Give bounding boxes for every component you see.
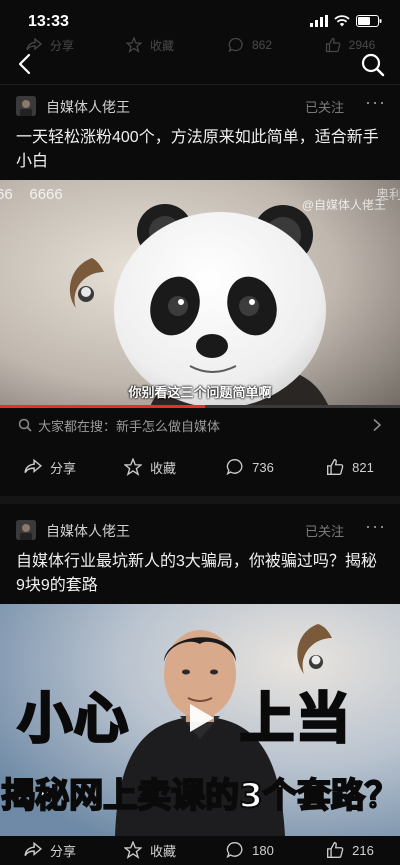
related-search-text: 大家都在搜：新手怎么做自媒体 xyxy=(38,418,221,434)
nav-bar xyxy=(0,48,400,82)
star-icon xyxy=(123,458,142,476)
video-corner-text: 奥利 xyxy=(375,187,400,202)
collect-button[interactable]: 收藏 xyxy=(100,444,200,490)
article-title[interactable]: 自媒体行业最坑新人的3大骗局，你被骗过吗？揭秘9块9的套路 xyxy=(0,550,400,598)
search-icon xyxy=(361,53,385,77)
signal-icon xyxy=(310,15,328,27)
video-thumbnail[interactable]: 小心 上当 揭秘网上卖课的3个套路？ xyxy=(0,604,400,836)
follow-status[interactable]: 已关注 xyxy=(305,521,344,540)
status-bar: 13:33 xyxy=(0,0,400,44)
article-title[interactable]: 一天轻松涨粉400个，方法原来如此简单，适合新手小白 xyxy=(0,126,400,174)
chevron-right-icon xyxy=(373,418,382,432)
divider xyxy=(0,84,400,85)
thumbs-up-icon xyxy=(327,459,344,475)
status-time: 13:33 xyxy=(28,13,69,30)
collect-button[interactable]: 收藏 xyxy=(100,830,200,865)
wifi-icon xyxy=(334,15,350,27)
comment-icon xyxy=(226,459,243,476)
back-icon xyxy=(18,53,31,75)
share-button[interactable]: 分享 xyxy=(0,830,100,865)
battery-icon xyxy=(356,15,382,27)
share-icon xyxy=(24,842,42,857)
more-icon[interactable]: ··· xyxy=(365,92,386,113)
comment-button[interactable]: 736 xyxy=(200,444,300,490)
warning-text-left: 小心 xyxy=(17,686,130,752)
card-actions: 分享 收藏 180 216 xyxy=(0,830,400,865)
comment-icon xyxy=(226,842,243,859)
star-icon xyxy=(123,841,142,859)
card-actions: 分享 收藏 736 821 xyxy=(0,444,400,490)
related-search[interactable]: 大家都在搜：新手怎么做自媒体 xyxy=(0,405,400,445)
video-thumbnail[interactable]: 66 6666 @自媒体人佬王 奥利 你别看这三个问题简单啊 xyxy=(0,180,400,408)
like-button[interactable]: 216 xyxy=(300,830,400,865)
search-button[interactable] xyxy=(360,52,388,80)
avatar[interactable] xyxy=(16,520,36,540)
video-overlay-text: 66 6666 xyxy=(0,186,63,203)
video-subtitle: 你别看这三个问题简单啊 xyxy=(128,385,272,400)
warning-text-right: 上当 xyxy=(239,686,352,752)
search-icon xyxy=(18,418,32,432)
like-button[interactable]: 821 xyxy=(300,444,400,490)
thumbs-up-icon xyxy=(327,842,344,858)
banner-text: 揭秘网上卖课的3个套路？ xyxy=(0,775,400,817)
share-icon xyxy=(24,459,42,474)
share-button[interactable]: 分享 xyxy=(0,444,100,490)
more-icon[interactable]: ··· xyxy=(365,516,386,537)
author-name[interactable]: 自媒体人佬王 xyxy=(46,521,130,541)
avatar[interactable] xyxy=(16,96,36,116)
video-watermark: @自媒体人佬王 xyxy=(301,198,386,212)
card-header: 自媒体人佬王 已关注 ··· xyxy=(0,86,400,126)
back-button[interactable] xyxy=(12,50,40,78)
status-icons xyxy=(310,15,382,27)
comment-button[interactable]: 180 xyxy=(200,830,300,865)
feed-card-2[interactable]: 自媒体人佬王 已关注 ··· 自媒体行业最坑新人的3大骗局，你被骗过吗？揭秘9块… xyxy=(0,510,400,598)
panda-scene xyxy=(0,180,400,408)
card-header: 自媒体人佬王 已关注 ··· xyxy=(0,510,400,550)
follow-status[interactable]: 已关注 xyxy=(305,97,344,116)
author-name[interactable]: 自媒体人佬王 xyxy=(46,97,130,117)
card-divider xyxy=(0,496,400,504)
feed-card-1[interactable]: 自媒体人佬王 已关注 ··· 一天轻松涨粉400个，方法原来如此简单，适合新手小… xyxy=(0,86,400,174)
